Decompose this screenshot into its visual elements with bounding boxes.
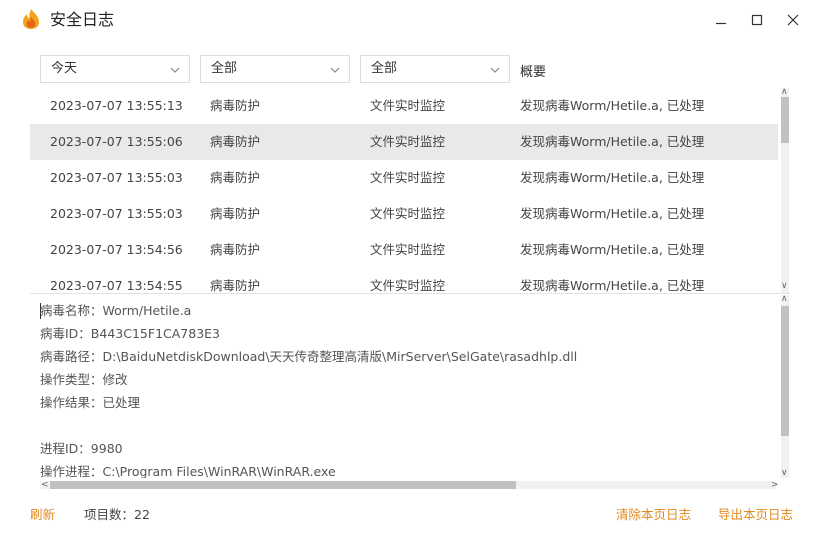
log-source: 文件实时监控 [370, 134, 446, 149]
detail-operation-type: 操作类型：修改 [40, 372, 128, 387]
log-list-scroll-thumb[interactable] [781, 97, 789, 143]
log-row[interactable]: 2023-07-07 13:54:55 病毒防护 文件实时监控 发现病毒Worm… [30, 268, 778, 293]
log-summary: 发现病毒Worm/Hetile.a, 已处理 [520, 278, 705, 293]
chevron-down-icon [170, 67, 180, 73]
log-module: 病毒防护 [210, 278, 261, 293]
clear-page-log-link[interactable]: 清除本页日志 [616, 507, 691, 523]
date-filter-dropdown[interactable]: 今天 [40, 55, 190, 83]
log-time: 2023-07-07 13:55:06 [50, 134, 183, 149]
scroll-right-icon[interactable]: > [771, 480, 779, 490]
chevron-down-icon [330, 67, 340, 73]
detail-virus-name: 病毒名称：Worm/Hetile.a [40, 303, 192, 318]
source-filter-value: 全部 [371, 61, 398, 76]
scroll-down-icon[interactable]: ∨ [781, 468, 788, 478]
log-source: 文件实时监控 [370, 98, 446, 113]
window-title: 安全日志 [50, 10, 115, 29]
type-filter-value: 全部 [211, 61, 238, 76]
log-row[interactable]: 2023-07-07 13:55:13 病毒防护 文件实时监控 发现病毒Worm… [30, 88, 778, 124]
log-module: 病毒防护 [210, 134, 261, 149]
log-row[interactable]: 2023-07-07 13:55:03 病毒防护 文件实时监控 发现病毒Worm… [30, 160, 778, 196]
log-source: 文件实时监控 [370, 170, 446, 185]
log-summary: 发现病毒Worm/Hetile.a, 已处理 [520, 206, 705, 221]
log-time: 2023-07-07 13:55:13 [50, 98, 183, 113]
chevron-down-icon [490, 67, 500, 73]
scroll-up-icon[interactable]: ∧ [781, 294, 788, 304]
detail-horizontal-scroll-thumb[interactable] [50, 481, 516, 489]
overview-column-header: 概要 [520, 65, 547, 80]
log-detail-pane[interactable]: 病毒名称：Worm/Hetile.a 病毒ID：B443C15F1CA783E3… [30, 295, 778, 478]
log-module: 病毒防护 [210, 242, 261, 257]
log-source: 文件实时监控 [370, 278, 446, 293]
detail-process-path: 操作进程：C:\Program Files\WinRAR\WinRAR.exe [40, 464, 336, 478]
log-module: 病毒防护 [210, 170, 261, 185]
log-time: 2023-07-07 13:55:03 [50, 206, 183, 221]
item-count: 项目数：22 [84, 507, 150, 522]
close-icon [787, 14, 799, 26]
maximize-button[interactable] [745, 8, 769, 32]
type-filter-dropdown[interactable]: 全部 [200, 55, 350, 83]
close-button[interactable] [781, 8, 805, 32]
log-module: 病毒防护 [210, 98, 261, 113]
detail-virus-id: 病毒ID：B443C15F1CA783E3 [40, 326, 221, 341]
log-summary: 发现病毒Worm/Hetile.a, 已处理 [520, 134, 705, 149]
log-source: 文件实时监控 [370, 206, 446, 221]
source-filter-dropdown[interactable]: 全部 [360, 55, 510, 83]
scroll-up-icon[interactable]: ∧ [781, 87, 788, 97]
export-page-log-link[interactable]: 导出本页日志 [718, 507, 793, 523]
refresh-link[interactable]: 刷新 [30, 507, 55, 523]
scroll-down-icon[interactable]: ∨ [781, 281, 788, 291]
log-summary: 发现病毒Worm/Hetile.a, 已处理 [520, 170, 705, 185]
detail-scroll-thumb[interactable] [781, 306, 789, 436]
log-summary: 发现病毒Worm/Hetile.a, 已处理 [520, 98, 705, 113]
detail-operation-result: 操作结果：已处理 [40, 395, 141, 410]
fire-shield-logo-icon [21, 8, 41, 30]
log-time: 2023-07-07 13:55:03 [50, 170, 183, 185]
log-source: 文件实时监控 [370, 242, 446, 257]
log-row[interactable]: 2023-07-07 13:55:03 病毒防护 文件实时监控 发现病毒Worm… [30, 196, 778, 232]
log-row[interactable]: 2023-07-07 13:54:56 病毒防护 文件实时监控 发现病毒Worm… [30, 232, 778, 268]
minimize-icon [716, 22, 726, 25]
log-time: 2023-07-07 13:54:55 [50, 278, 183, 293]
title-bar: 安全日志 [0, 0, 820, 40]
scroll-left-icon[interactable]: < [41, 480, 49, 490]
log-module: 病毒防护 [210, 206, 261, 221]
minimize-button[interactable] [709, 8, 733, 32]
maximize-icon [751, 14, 763, 26]
detail-process-id: 进程ID：9980 [40, 441, 123, 456]
section-divider [30, 293, 790, 294]
log-list[interactable]: 2023-07-07 13:55:13 病毒防护 文件实时监控 发现病毒Worm… [30, 88, 778, 293]
log-time: 2023-07-07 13:54:56 [50, 242, 183, 257]
log-row[interactable]: 2023-07-07 13:55:06 病毒防护 文件实时监控 发现病毒Worm… [30, 124, 778, 160]
detail-virus-path: 病毒路径：D:\BaiduNetdiskDownload\天天传奇整理高清版\M… [40, 349, 578, 364]
date-filter-value: 今天 [51, 61, 78, 76]
log-summary: 发现病毒Worm/Hetile.a, 已处理 [520, 242, 705, 257]
